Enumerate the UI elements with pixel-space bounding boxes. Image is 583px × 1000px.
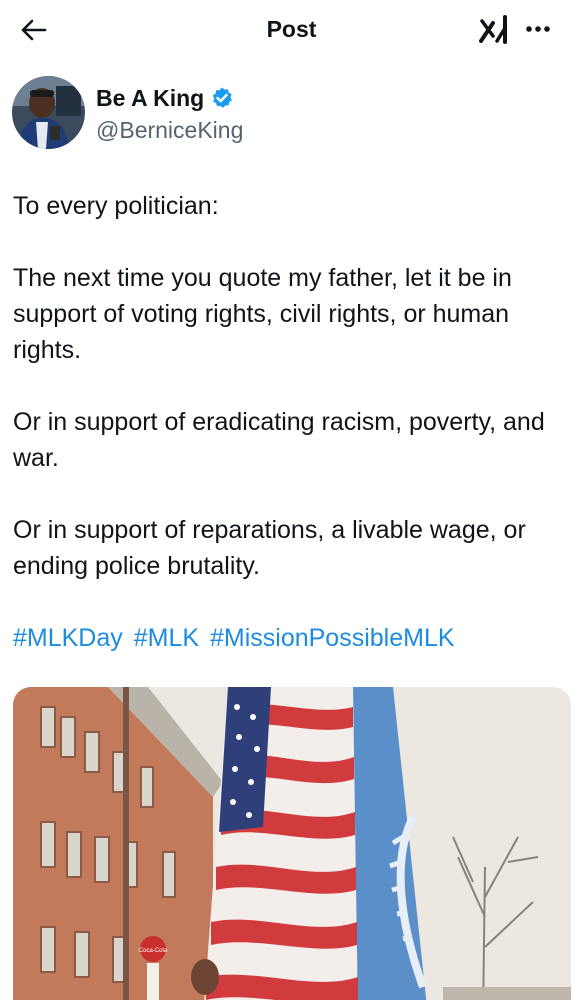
hashtag-link[interactable]: #MLKDay bbox=[13, 624, 123, 652]
tweet-paragraph: Or in support of reparations, a livable … bbox=[13, 516, 526, 580]
tweet-text: To every politician: The next time you q… bbox=[13, 188, 571, 584]
grok-icon bbox=[479, 15, 507, 44]
tweet-paragraph: The next time you quote my father, let i… bbox=[13, 264, 512, 364]
coca-cola-sign: Coca-Cola bbox=[139, 948, 168, 954]
tweet-media-image[interactable]: Coca-Cola bbox=[13, 687, 571, 1000]
more-options-button[interactable] bbox=[520, 12, 556, 46]
hashtag-link[interactable]: #MLK bbox=[134, 624, 199, 652]
tweet-paragraph: Or in support of eradicating racism, pov… bbox=[13, 408, 545, 472]
hashtag-link[interactable]: #MissionPossibleMLK bbox=[210, 624, 455, 652]
author-handle[interactable]: @BerniceKing bbox=[96, 116, 243, 144]
top-bar: Post bbox=[0, 0, 583, 60]
more-horizontal-icon bbox=[526, 26, 550, 32]
display-name-row[interactable]: Be A King bbox=[96, 84, 234, 112]
verified-badge-icon bbox=[212, 87, 233, 108]
avatar[interactable] bbox=[12, 76, 85, 149]
tweet-paragraph: To every politician: bbox=[13, 192, 219, 220]
display-name: Be A King bbox=[96, 85, 205, 111]
author-header: Be A King @BerniceKing bbox=[12, 76, 572, 152]
hashtag-row: #MLKDay #MLK #MissionPossibleMLK bbox=[13, 620, 459, 656]
grok-button[interactable] bbox=[474, 10, 514, 50]
